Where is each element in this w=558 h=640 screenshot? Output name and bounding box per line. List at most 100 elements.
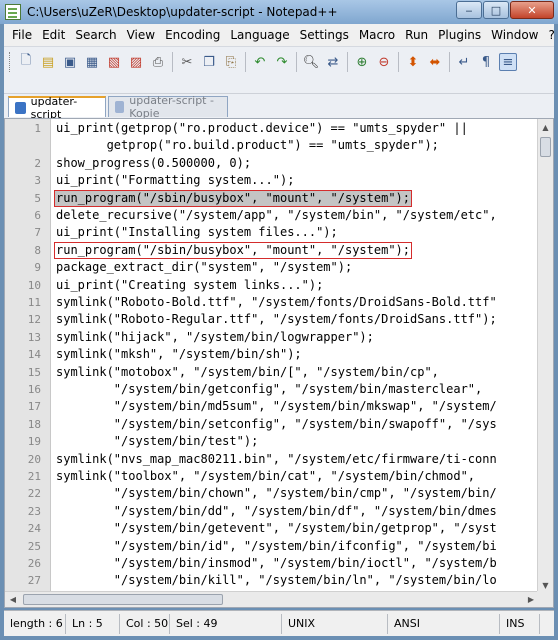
toolbar: 🗋 ▤ ▣ ▦ ▧ ▨ ⎙ ✂ ❐ ⎘ ↶ ↷ 🔍︎ ⇄ ⊕ ⊖ ⬍ ⬌ ↵ ¶… <box>4 46 554 94</box>
menu-run[interactable]: Run <box>400 28 433 42</box>
code-area[interactable]: ui_print(getprop("ro.product.device") ==… <box>51 119 539 593</box>
paste-icon[interactable]: ⎘ <box>222 53 240 71</box>
code-line[interactable]: symlink("motobox", "/system/bin/[", "/sy… <box>56 364 439 381</box>
find-icon[interactable]: 🔍︎ <box>302 53 320 71</box>
maximize-button[interactable]: □ <box>483 1 509 19</box>
code-line[interactable]: getprop("ro.build.product") == "umts_spy… <box>56 137 439 154</box>
open-file-icon[interactable]: ▤ <box>39 53 57 71</box>
code-line[interactable]: ui_print("Installing system files..."); <box>56 224 338 241</box>
indent-guide-icon[interactable]: ≡ <box>499 53 517 71</box>
code-line[interactable]: "/system/bin/kill", "/system/bin/ln", "/… <box>56 572 497 589</box>
toolbar-separator <box>245 52 246 72</box>
text-editor[interactable]: 1 2 3 5 6 7 8 9 10 11 12 13 14 15 16 17 18 19 20 21 22 23 24 25… <box>4 118 554 608</box>
close-file-icon[interactable]: ▧ <box>105 53 123 71</box>
tab-updater-script[interactable]: updater-script <box>8 95 106 121</box>
close-icon: ✕ <box>527 3 537 17</box>
line-number: 3 <box>34 174 41 188</box>
vertical-scroll-thumb[interactable] <box>540 137 551 157</box>
close-window-button[interactable]: ✕ <box>510 1 554 19</box>
code-line[interactable]: symlink("Roboto-Regular.ttf", "/system/f… <box>56 311 497 328</box>
code-line[interactable]: symlink("nvs_map_mac80211.bin", "/system… <box>56 451 497 468</box>
menu-view[interactable]: View <box>122 28 160 42</box>
menu-file[interactable]: File <box>4 28 37 42</box>
status-encoding[interactable]: ANSI <box>388 613 500 634</box>
new-file-icon[interactable]: 🗋 <box>17 53 35 71</box>
menu-plugins[interactable]: Plugins <box>433 28 486 42</box>
vertical-scrollbar[interactable]: ▲ ▼ <box>537 119 553 593</box>
save-all-icon[interactable]: ▦ <box>83 53 101 71</box>
menu-edit[interactable]: Edit <box>37 28 70 42</box>
zoom-in-icon[interactable]: ⊕ <box>353 53 371 71</box>
menu-language[interactable]: Language <box>225 28 294 42</box>
status-bar: length : 6 Ln : 5 Col : 50 Sel : 49 UNIX… <box>4 610 554 636</box>
save-icon[interactable]: ▣ <box>61 53 79 71</box>
code-line[interactable]: "/system/bin/getconfig", "/system/bin/ma… <box>56 381 482 398</box>
line-number: 23 <box>27 504 41 518</box>
code-line[interactable]: show_progress(0.500000, 0); <box>56 155 251 172</box>
code-line[interactable]: symlink("toolbox", "/system/bin/cat", "/… <box>56 468 475 485</box>
code-line[interactable]: ui_print("Formatting system..."); <box>56 172 294 189</box>
close-all-icon[interactable]: ▨ <box>127 53 145 71</box>
code-line[interactable]: "/system/bin/setconfig", "/system/bin/sw… <box>56 416 497 433</box>
word-wrap-icon[interactable]: ↵ <box>455 53 473 71</box>
code-line[interactable]: "/system/bin/chown", "/system/bin/cmp", … <box>56 485 497 502</box>
toolbar-grip[interactable] <box>9 52 12 72</box>
code-line[interactable]: "/system/bin/md5sum", "/system/bin/mkswa… <box>56 398 497 415</box>
code-line[interactable]: run_program("/sbin/busybox", "mount", "/… <box>56 190 410 207</box>
tab-label: updater-script <box>30 94 78 121</box>
toolbar-separator <box>347 52 348 72</box>
line-number: 7 <box>34 226 41 240</box>
menu-help[interactable]: ? <box>543 28 558 42</box>
menu-search[interactable]: Search <box>70 28 121 42</box>
line-number: 27 <box>27 574 41 588</box>
horizontal-scrollbar[interactable]: ◀ ▶ <box>5 591 539 607</box>
scroll-left-icon[interactable]: ◀ <box>5 592 21 607</box>
tab-updater-script-kopie[interactable]: updater-script - Kopie <box>108 94 228 120</box>
code-line[interactable]: package_extract_dir("system", "/system")… <box>56 259 352 276</box>
status-insert-mode[interactable]: INS <box>500 613 540 634</box>
replace-icon[interactable]: ⇄ <box>324 53 342 71</box>
code-line[interactable]: delete_recursive("/system/app", "/system… <box>56 207 497 224</box>
sync-horizontal-icon[interactable]: ⬌ <box>426 53 444 71</box>
menu-encoding[interactable]: Encoding <box>160 28 225 42</box>
menu-bar: File Edit Search View Encoding Language … <box>4 24 555 46</box>
code-line[interactable]: "/system/bin/getevent", "/system/bin/get… <box>56 520 497 537</box>
line-number: 13 <box>27 330 41 344</box>
undo-icon[interactable]: ↶ <box>251 53 269 71</box>
code-line[interactable]: "/system/bin/id", "/system/bin/ifconfig"… <box>56 538 497 555</box>
code-line[interactable]: symlink("hijack", "/system/bin/logwrappe… <box>56 329 374 346</box>
code-line[interactable]: run_program("/sbin/busybox", "mount", "/… <box>56 242 410 259</box>
file-saved-icon <box>115 101 125 113</box>
minimize-icon: ‒ <box>465 3 473 17</box>
line-number: 1 <box>34 122 41 135</box>
print-icon[interactable]: ⎙ <box>149 53 167 71</box>
cut-icon[interactable]: ✂ <box>178 53 196 71</box>
line-number: 22 <box>27 487 41 501</box>
code-line[interactable]: "/system/bin/insmod", "/system/bin/ioctl… <box>56 555 497 572</box>
window-controls: ‒ □ ✕ <box>455 1 554 19</box>
menu-window[interactable]: Window <box>486 28 543 42</box>
line-number: 26 <box>27 557 41 570</box>
file-saved-icon <box>15 101 26 114</box>
line-number: 20 <box>27 452 41 466</box>
minimize-button[interactable]: ‒ <box>456 1 482 19</box>
status-eol-format[interactable]: UNIX <box>282 613 388 634</box>
line-number: 21 <box>27 470 41 483</box>
menu-macro[interactable]: Macro <box>354 28 400 42</box>
redo-icon[interactable]: ↷ <box>273 53 291 71</box>
code-line[interactable]: "/system/bin/test"); <box>56 433 259 450</box>
menu-settings[interactable]: Settings <box>295 28 354 42</box>
code-line[interactable]: symlink("mksh", "/system/bin/sh"); <box>56 346 302 363</box>
zoom-out-icon[interactable]: ⊖ <box>375 53 393 71</box>
sync-vertical-icon[interactable]: ⬍ <box>404 53 422 71</box>
code-line[interactable]: symlink("Roboto-Bold.ttf", "/system/font… <box>56 294 497 311</box>
code-line[interactable]: ui_print("Creating system links..."); <box>56 277 323 294</box>
horizontal-scroll-thumb[interactable] <box>23 594 223 605</box>
notepad-plus-plus-icon <box>5 4 21 20</box>
line-number: 11 <box>27 296 41 309</box>
copy-icon[interactable]: ❐ <box>200 53 218 71</box>
code-line[interactable]: "/system/bin/dd", "/system/bin/df", "/sy… <box>56 503 497 520</box>
show-all-characters-icon[interactable]: ¶ <box>477 53 495 71</box>
code-line[interactable]: ui_print(getprop("ro.product.device") ==… <box>56 120 468 137</box>
scroll-up-icon[interactable]: ▲ <box>538 119 553 135</box>
